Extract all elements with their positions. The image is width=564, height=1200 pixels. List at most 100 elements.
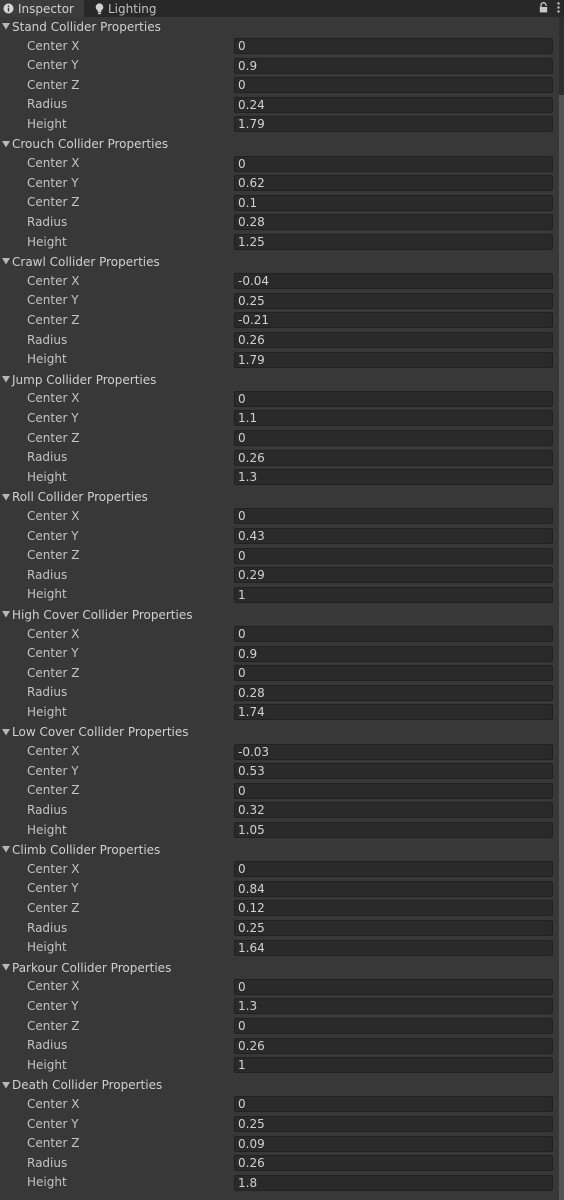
property-row: Center X -0.04 [0, 272, 564, 292]
property-label: Center Z [27, 430, 80, 445]
radius-field[interactable]: 0.24 [234, 96, 553, 113]
property-row: Radius 0.25 [0, 919, 564, 939]
radius-field[interactable]: 0.26 [234, 1037, 553, 1054]
foldout-triangle-icon[interactable] [1, 728, 11, 736]
property-label: Center Y [27, 763, 79, 778]
section-foldout-header[interactable]: Death Collider Properties [0, 1075, 564, 1095]
center-z-field[interactable]: -0.21 [234, 312, 553, 329]
center-x-field[interactable]: -0.04 [234, 273, 553, 290]
collider-section: Crawl Collider Properties Center X -0.04 Ce… [0, 252, 564, 370]
center-z-field[interactable]: 0 [234, 665, 553, 682]
foldout-triangle-icon[interactable] [1, 1081, 11, 1089]
section-foldout-header[interactable]: Stand Collider Properties [0, 17, 564, 37]
foldout-triangle-icon[interactable] [1, 376, 11, 383]
section-foldout-header[interactable]: High Cover Collider Properties [0, 605, 564, 625]
collider-section: Crouch Collider Properties Center X 0 Cente… [0, 135, 564, 253]
radius-field[interactable]: 0.29 [234, 567, 553, 584]
center-y-field[interactable]: 1.3 [234, 998, 553, 1015]
kebab-menu-icon[interactable] [557, 1, 560, 16]
section-foldout-header[interactable]: Roll Collider Properties [0, 487, 564, 507]
property-label: Center Y [27, 881, 79, 896]
center-z-field[interactable]: 0 [234, 77, 553, 94]
section-foldout-header[interactable]: Jump Collider Properties [0, 370, 564, 390]
height-field[interactable]: 1.05 [234, 822, 553, 839]
foldout-triangle-icon[interactable] [1, 846, 11, 853]
center-y-field[interactable]: 0.62 [234, 175, 553, 192]
property-label: Center Z [27, 195, 80, 210]
section-foldout-header[interactable]: Parkour Collider Properties [0, 958, 564, 978]
property-row: Center Y 0.9 [0, 644, 564, 664]
radius-field[interactable]: 0.28 [234, 684, 553, 701]
center-z-field[interactable]: 0.12 [234, 900, 553, 917]
property-label: Height [27, 469, 67, 484]
center-y-field[interactable]: 1.1 [234, 410, 553, 427]
foldout-triangle-icon[interactable] [1, 611, 11, 618]
property-label: Center Z [27, 548, 80, 563]
center-x-field[interactable]: 0 [234, 626, 553, 643]
property-row: Height 1.3 [0, 468, 564, 488]
radius-field[interactable]: 0.32 [234, 802, 553, 819]
section-foldout-header[interactable]: Crawl Collider Properties [0, 252, 564, 272]
collider-section: Stand Collider Properties Center X 0 Center… [0, 17, 564, 135]
center-z-field[interactable]: 0.09 [234, 1135, 553, 1152]
center-y-field[interactable]: 0.53 [234, 763, 553, 780]
radius-field[interactable]: 0.26 [234, 1155, 553, 1172]
height-field[interactable]: 1.25 [234, 234, 553, 251]
center-z-field[interactable]: 0 [234, 782, 553, 799]
center-x-field[interactable]: 0 [234, 38, 553, 55]
foldout-triangle-icon[interactable] [1, 23, 11, 30]
radius-field[interactable]: 0.26 [234, 332, 553, 349]
property-row: Center Z 0 [0, 76, 564, 96]
height-field[interactable]: 1.74 [234, 704, 553, 721]
property-row: Center X 0 [0, 977, 564, 997]
inspector-content: Stand Collider Properties Center X 0 Center… [0, 17, 564, 1200]
property-label: Center Y [27, 1116, 79, 1131]
property-row: Radius 0.29 [0, 566, 564, 586]
center-y-field[interactable]: 0.43 [234, 528, 553, 545]
center-x-field[interactable]: 0 [234, 390, 553, 407]
tab-inspector[interactable]: Inspector [0, 0, 84, 17]
height-field[interactable]: 1.79 [234, 116, 553, 133]
center-x-field[interactable]: 0 [234, 861, 553, 878]
property-label: Radius [27, 567, 68, 582]
foldout-triangle-icon[interactable] [1, 140, 11, 148]
tab-lighting[interactable]: Lighting [93, 0, 169, 17]
center-z-field[interactable]: 0 [234, 430, 553, 447]
height-field[interactable]: 1.3 [234, 469, 553, 486]
height-field[interactable]: 1 [234, 1057, 553, 1074]
section-foldout-header[interactable]: Crouch Collider Properties [0, 135, 564, 155]
center-x-field[interactable]: 0 [234, 1096, 553, 1113]
property-label: Height [27, 234, 67, 249]
height-field[interactable]: 1.8 [234, 1174, 553, 1191]
foldout-triangle-icon[interactable] [1, 493, 11, 501]
center-y-field[interactable]: 0.9 [234, 645, 553, 662]
center-x-field[interactable]: 0 [234, 508, 553, 525]
center-y-field[interactable]: 0.25 [234, 292, 553, 309]
section-foldout-header[interactable]: Climb Collider Properties [0, 840, 564, 860]
foldout-triangle-icon[interactable] [1, 258, 11, 265]
property-row: Center Z 0 [0, 546, 564, 566]
foldout-triangle-icon[interactable] [1, 964, 11, 971]
height-field[interactable]: 1.79 [234, 351, 553, 368]
height-field[interactable]: 1.64 [234, 939, 553, 956]
height-field[interactable]: 1 [234, 586, 553, 603]
center-y-field[interactable]: 0.9 [234, 57, 553, 74]
center-y-field[interactable]: 0.25 [234, 1116, 553, 1133]
property-label: Center X [27, 744, 80, 759]
center-z-field[interactable]: 0 [234, 1018, 553, 1035]
property-row: Center X -0.03 [0, 742, 564, 762]
lock-icon[interactable] [539, 1, 548, 16]
radius-field[interactable]: 0.28 [234, 214, 553, 231]
property-row: Height 1.74 [0, 703, 564, 723]
radius-field[interactable]: 0.25 [234, 920, 553, 937]
center-x-field[interactable]: 0 [234, 155, 553, 172]
property-label: Center Y [27, 293, 79, 308]
center-z-field[interactable]: 0.1 [234, 194, 553, 211]
property-row: Height 1.25 [0, 233, 564, 253]
center-x-field[interactable]: 0 [234, 978, 553, 995]
section-foldout-header[interactable]: Low Cover Collider Properties [0, 723, 564, 743]
radius-field[interactable]: 0.26 [234, 449, 553, 466]
center-x-field[interactable]: -0.03 [234, 743, 553, 760]
center-z-field[interactable]: 0 [234, 547, 553, 564]
center-y-field[interactable]: 0.84 [234, 880, 553, 897]
